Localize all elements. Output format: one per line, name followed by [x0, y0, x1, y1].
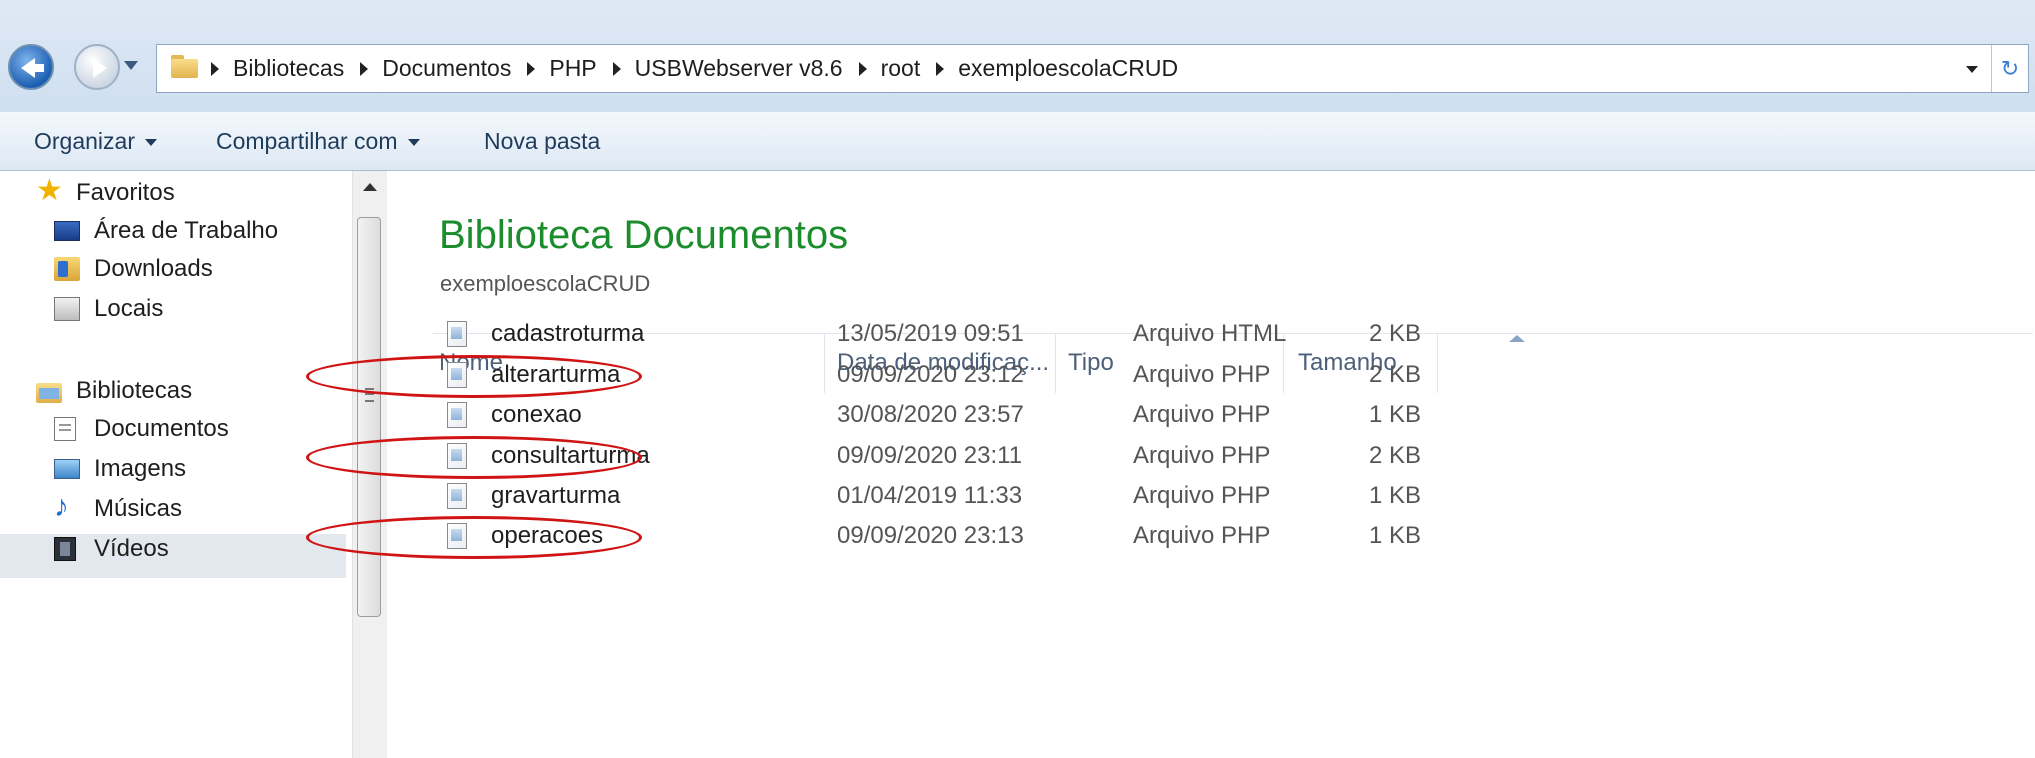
file-type: Arquivo PHP	[1133, 442, 1271, 469]
file-date: 13/05/2019 09:51	[837, 320, 1024, 347]
breadcrumb-arrow-icon[interactable]	[858, 61, 867, 76]
file-name: cadastroturma	[491, 320, 645, 347]
file-type: Arquivo HTML	[1133, 320, 1287, 347]
share-with-label: Compartilhar com	[216, 128, 398, 154]
organize-button[interactable]: Organizar	[34, 112, 157, 170]
file-date: 09/09/2020 23:13	[837, 522, 1024, 549]
back-arrow-icon[interactable]	[8, 44, 54, 90]
scroll-up-arrow-icon[interactable]	[363, 183, 377, 191]
breadcrumb-item-exemploescolacrud[interactable]: exemploescolaCRUD	[958, 55, 1178, 82]
breadcrumb-arrow-icon[interactable]	[360, 61, 369, 76]
document-icon	[447, 321, 467, 347]
file-name: conexao	[491, 401, 582, 428]
sidebar-item-label: Downloads	[94, 255, 213, 282]
breadcrumb-item-usbwebserver[interactable]: USBWebserver v8.6	[635, 55, 843, 82]
file-row[interactable]: conexao 30/08/2020 23:57 Arquivo PHP 1 K…	[387, 395, 2035, 435]
file-type: Arquivo PHP	[1133, 361, 1271, 388]
recent-pages-dropdown-icon[interactable]	[124, 61, 138, 70]
breadcrumb-item-php[interactable]: PHP	[549, 55, 596, 82]
chevron-down-icon	[407, 139, 420, 147]
document-icon	[447, 483, 467, 509]
command-bar: Organizar Compartilhar com Nova pasta	[0, 112, 2035, 171]
share-with-button[interactable]: Compartilhar com	[216, 112, 420, 170]
sidebar-item-label: Documentos	[94, 415, 229, 442]
file-date: 09/09/2020 23:11	[837, 442, 1023, 469]
breadcrumb-item-documentos[interactable]: Documentos	[382, 55, 511, 82]
address-bar[interactable]: Bibliotecas Documentos PHP USBWebserver …	[156, 44, 2029, 93]
file-type: Arquivo PHP	[1133, 482, 1271, 509]
forward-arrow-icon[interactable]	[74, 44, 120, 90]
file-type: Arquivo PHP	[1133, 401, 1271, 428]
breadcrumb-arrow-icon[interactable]	[612, 61, 621, 76]
file-size: 1 KB	[1368, 522, 1421, 549]
sidebar-item-label: Locais	[94, 295, 164, 322]
desktop-icon	[54, 221, 80, 241]
address-history-dropdown-icon[interactable]	[1966, 66, 1978, 73]
organize-label: Organizar	[34, 128, 135, 154]
sidebar-item-label: Vídeos	[94, 535, 169, 562]
file-size: 1 KB	[1368, 482, 1421, 509]
file-size: 2 KB	[1368, 442, 1421, 469]
file-date: 09/09/2020 23:12	[837, 361, 1024, 388]
pictures-icon	[54, 459, 80, 479]
new-folder-label: Nova pasta	[484, 128, 601, 154]
new-folder-button[interactable]: Nova pasta	[484, 112, 600, 170]
file-row[interactable]: cadastroturma 13/05/2019 09:51 Arquivo H…	[387, 314, 2035, 354]
file-row[interactable]: gravarturma 01/04/2019 11:33 Arquivo PHP…	[387, 476, 2035, 516]
breadcrumb-arrow-icon[interactable]	[211, 61, 219, 76]
file-type: Arquivo PHP	[1133, 522, 1271, 549]
address-bar-region: Bibliotecas Documentos PHP USBWebserver …	[0, 0, 2035, 112]
breadcrumb-arrow-icon[interactable]	[527, 61, 536, 76]
libraries-icon	[36, 383, 62, 403]
file-list-pane: Biblioteca Documentos exemploescolaCRUD …	[387, 171, 2035, 758]
star-icon: ★	[36, 174, 63, 207]
file-size: 1 KB	[1368, 401, 1421, 428]
breadcrumb-item-root[interactable]: root	[881, 55, 921, 82]
selected-highlight	[0, 534, 346, 578]
file-date: 30/08/2020 23:57	[837, 401, 1024, 428]
video-film-icon	[54, 537, 76, 561]
library-title: Biblioteca Documentos	[439, 213, 849, 257]
file-date: 01/04/2019 11:33	[837, 482, 1023, 509]
scrollbar-thumb[interactable]	[357, 217, 381, 617]
sidebar-item-label: Imagens	[94, 455, 187, 482]
document-icon	[447, 402, 467, 428]
chevron-down-icon	[144, 139, 157, 147]
folder-icon	[171, 55, 198, 78]
file-size: 2 KB	[1368, 320, 1421, 347]
annotation-ellipse	[306, 516, 642, 559]
document-library-icon	[54, 417, 76, 441]
file-name: gravarturma	[491, 482, 621, 509]
breadcrumb: Bibliotecas Documentos PHP USBWebserver …	[209, 45, 1192, 92]
music-note-icon: ♪	[54, 490, 69, 523]
sidebar-item-label: Músicas	[94, 495, 183, 522]
recent-places-icon	[54, 297, 80, 321]
file-size: 2 KB	[1368, 361, 1421, 388]
breadcrumb-arrow-icon[interactable]	[936, 61, 945, 76]
downloads-folder-icon	[54, 257, 80, 281]
annotation-ellipse	[306, 436, 642, 479]
annotation-ellipse	[306, 355, 642, 398]
breadcrumb-item-bibliotecas[interactable]: Bibliotecas	[233, 55, 344, 82]
library-subtitle: exemploescolaCRUD	[440, 271, 651, 296]
refresh-icon[interactable]: ↻	[1991, 45, 2028, 92]
